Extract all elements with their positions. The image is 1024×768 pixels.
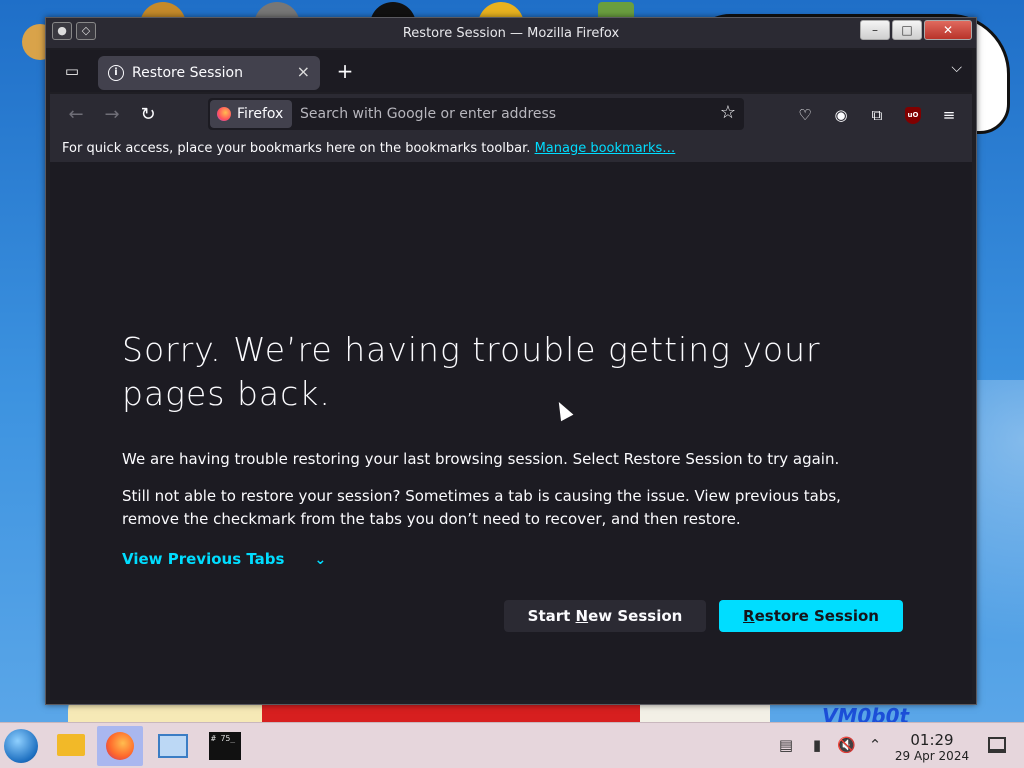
new-tab-button[interactable]: + — [332, 59, 358, 85]
ublock-origin-icon[interactable]: uO — [905, 107, 921, 124]
taskbar-clock[interactable]: 01:29 29 Apr 2024 — [893, 731, 971, 763]
button-label-part: Start — [527, 607, 576, 625]
bookmark-star-icon[interactable]: ☆ — [720, 102, 736, 123]
account-icon[interactable]: ◉ — [828, 102, 854, 128]
volume-muted-icon[interactable]: 🔇 — [837, 736, 856, 754]
taskbar-terminal[interactable]: # 75_ — [201, 726, 247, 766]
view-previous-tabs-toggle[interactable]: View Previous Tabs ⌄ — [122, 550, 326, 568]
help-paragraph: Still not able to restore your session? … — [122, 487, 841, 528]
extensions-icon[interactable]: ⧉ — [864, 102, 890, 128]
page-title: Sorry. We’re having trouble getting your… — [122, 330, 821, 413]
address-bar[interactable]: Firefox Search with Google or enter addr… — [208, 98, 744, 130]
manage-bookmarks-link[interactable]: Manage bookmarks… — [535, 141, 676, 156]
maximize-button[interactable]: □ — [892, 20, 922, 40]
info-icon: i — [108, 65, 124, 81]
page-content: Sorry. We’re having trouble getting your… — [50, 162, 972, 700]
show-desktop-icon[interactable] — [988, 737, 1006, 753]
identity-label: Firefox — [237, 106, 284, 122]
battery-icon[interactable]: ▮ — [808, 736, 826, 754]
button-label-part: estore Session — [754, 607, 879, 625]
forward-button[interactable]: → — [98, 102, 126, 128]
identity-box[interactable]: Firefox — [210, 100, 292, 128]
back-button[interactable]: ← — [62, 102, 90, 128]
close-tab-icon[interactable]: × — [297, 62, 310, 81]
description-paragraph: We are having trouble restoring your las… — [122, 450, 840, 468]
start-new-session-button[interactable]: Start New Session — [504, 600, 706, 632]
accesskey-letter: R — [743, 607, 755, 625]
clipboard-icon[interactable]: ▤ — [777, 736, 795, 754]
tray-expand-chevron-icon[interactable]: ⌃ — [866, 736, 884, 754]
list-all-tabs-chevron-icon[interactable]: ⌵ — [951, 60, 962, 76]
taskbar-network-settings[interactable] — [150, 726, 196, 766]
minimize-button[interactable]: – — [860, 20, 890, 40]
button-label-part: ew Session — [588, 607, 683, 625]
wallpaper-robot-text: VM0b0t — [822, 704, 910, 722]
firefox-icon — [106, 732, 134, 760]
taskbar-file-manager[interactable] — [48, 726, 94, 766]
firefox-view-icon[interactable]: ▭ — [60, 59, 84, 83]
start-menu-button[interactable] — [4, 729, 38, 763]
navigation-toolbar: ← → ↻ Firefox Search with Google or ente… — [50, 94, 972, 136]
clock-date: 29 Apr 2024 — [894, 749, 970, 763]
folder-icon — [57, 734, 85, 756]
pocket-icon[interactable]: ♡ — [792, 102, 818, 128]
network-icon — [158, 734, 188, 758]
bookmarks-hint: For quick access, place your bookmarks h… — [62, 141, 531, 156]
taskbar-firefox[interactable] — [97, 726, 143, 766]
bookmarks-toolbar: For quick access, place your bookmarks h… — [50, 136, 972, 162]
accesskey-letter: N — [575, 607, 589, 625]
tab-restore-session[interactable]: i Restore Session × — [98, 56, 320, 90]
window-titlebar[interactable]: ● ◇ Restore Session — Mozilla Firefox – … — [46, 18, 976, 48]
chevron-down-icon: ⌄ — [314, 552, 327, 568]
restore-session-button[interactable]: Restore Session — [719, 600, 903, 632]
address-placeholder: Search with Google or enter address — [300, 106, 557, 122]
tab-label: Restore Session — [132, 65, 243, 81]
reload-button[interactable]: ↻ — [134, 102, 162, 128]
view-previous-label: View Previous Tabs — [122, 550, 285, 568]
app-menu-icon[interactable]: ≡ — [936, 102, 962, 128]
taskbar: # 75_ ▤ ▮ 🔇 ⌃ 01:29 29 Apr 2024 — [0, 722, 1024, 768]
close-window-button[interactable]: ✕ — [924, 20, 972, 40]
firefox-window: ● ◇ Restore Session — Mozilla Firefox – … — [45, 17, 977, 705]
tab-bar: ▭ i Restore Session × + ⌵ — [50, 50, 972, 92]
clock-time: 01:29 — [910, 731, 954, 749]
window-title: Restore Session — Mozilla Firefox — [402, 26, 620, 41]
firefox-logo-icon — [217, 107, 231, 121]
terminal-icon: # 75_ — [209, 732, 241, 760]
